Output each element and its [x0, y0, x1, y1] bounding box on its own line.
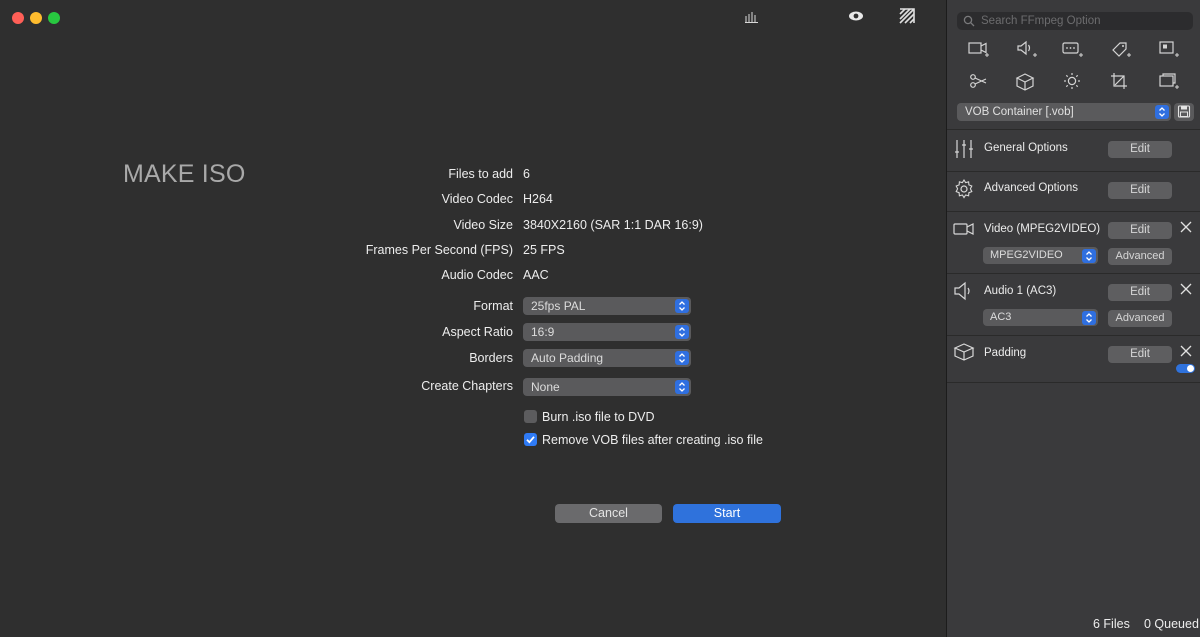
add-overlay-icon[interactable]	[1158, 72, 1180, 92]
burn-dvd-label: Burn .iso file to DVD	[542, 410, 655, 424]
aspect-ratio-label: Aspect Ratio	[442, 325, 513, 339]
add-video-icon[interactable]	[968, 40, 990, 60]
padding-row: Padding Edit	[947, 335, 1200, 383]
gear-icon	[953, 178, 975, 200]
bar-chart-icon[interactable]	[744, 8, 762, 26]
files-to-add-label: Files to add	[448, 167, 513, 181]
create-chapters-select-value: None	[531, 380, 560, 394]
save-preset-button[interactable]	[1174, 103, 1194, 121]
add-subtitle-icon[interactable]	[1062, 40, 1084, 60]
general-options-edit-button[interactable]: Edit	[1108, 141, 1172, 158]
crop-icon[interactable]	[1110, 72, 1132, 92]
audio-codec-select-value: AC3	[990, 311, 1012, 323]
padding-enabled-toggle[interactable]	[1176, 364, 1195, 373]
video-size-label: Video Size	[453, 218, 513, 232]
format-select[interactable]: 25fps PAL	[523, 297, 691, 315]
format-select-value: 25fps PAL	[531, 299, 586, 313]
remove-padding-close-icon[interactable]	[1179, 344, 1193, 358]
video-camera-icon	[953, 218, 975, 240]
remove-vob-checkbox[interactable]	[524, 433, 537, 446]
video-codec-label: Video Codec	[441, 192, 513, 206]
audio-edit-button[interactable]: Edit	[1108, 284, 1172, 301]
video-size-value: 3840X2160 (SAR 1:1 DAR 16:9)	[523, 218, 703, 232]
search-input[interactable]: Search FFmpeg Option	[957, 12, 1193, 30]
sliders-icon	[953, 138, 975, 160]
create-chapters-label: Create Chapters	[421, 379, 513, 393]
audio-codec-label: Audio Codec	[441, 268, 513, 282]
files-to-add-value: 6	[523, 167, 530, 181]
zoom-window-button[interactable]	[48, 12, 60, 24]
minimize-window-button[interactable]	[30, 12, 42, 24]
advanced-options-label: Advanced Options	[984, 182, 1078, 194]
format-label: Format	[473, 299, 513, 313]
aspect-ratio-select[interactable]: 16:9	[523, 323, 691, 341]
audio-advanced-button[interactable]: Advanced	[1108, 310, 1172, 327]
add-metadata-tag-icon[interactable]	[1110, 40, 1132, 60]
add-audio-icon[interactable]	[1016, 40, 1038, 60]
chevron-updown-icon	[1082, 310, 1096, 325]
audio-stream-label: Audio 1 (AC3)	[984, 285, 1057, 297]
main-panel: MAKE ISO Files to add 6 Video Codec H264…	[0, 0, 946, 637]
create-chapters-select[interactable]: None	[523, 378, 691, 396]
speaker-icon	[953, 280, 975, 302]
audio-codec-select[interactable]: AC3	[983, 309, 1098, 326]
cancel-button[interactable]: Cancel	[555, 504, 662, 523]
video-stream-label: Video (MPEG2VIDEO)	[984, 223, 1101, 235]
video-codec-select[interactable]: MPEG2VIDEO	[983, 247, 1098, 264]
borders-label: Borders	[469, 351, 513, 365]
start-button[interactable]: Start	[673, 504, 781, 523]
search-placeholder: Search FFmpeg Option	[981, 15, 1101, 27]
borders-select[interactable]: Auto Padding	[523, 349, 691, 367]
aspect-ratio-select-value: 16:9	[531, 325, 555, 339]
cut-trim-icon[interactable]	[968, 72, 990, 92]
padding-label: Padding	[984, 347, 1027, 359]
remove-vob-label: Remove VOB files after creating .iso fil…	[542, 433, 763, 447]
burn-dvd-checkbox[interactable]	[524, 410, 537, 423]
close-window-button[interactable]	[12, 12, 24, 24]
chevron-updown-icon	[1155, 105, 1169, 119]
borders-select-value: Auto Padding	[531, 351, 604, 365]
add-chapter-icon[interactable]	[1158, 40, 1180, 60]
chevron-updown-icon	[675, 299, 689, 313]
padding-edit-button[interactable]: Edit	[1108, 346, 1172, 363]
general-options-row: General Options Edit	[947, 129, 1200, 171]
advanced-options-edit-button[interactable]: Edit	[1108, 182, 1172, 199]
video-edit-button[interactable]: Edit	[1108, 222, 1172, 239]
ffmpeg-logo-icon[interactable]	[899, 8, 917, 26]
eye-icon[interactable]	[848, 8, 866, 26]
fps-value: 25 FPS	[523, 243, 565, 257]
chevron-updown-icon	[1082, 248, 1096, 263]
chevron-updown-icon	[675, 380, 689, 394]
video-codec-select-value: MPEG2VIDEO	[990, 249, 1063, 261]
remove-audio-close-icon[interactable]	[1179, 282, 1193, 296]
video-stream-row: Video (MPEG2VIDEO) Edit MPEG2VIDEO Advan…	[947, 211, 1200, 273]
general-options-label: General Options	[984, 142, 1068, 154]
audio-stream-row: Audio 1 (AC3) Edit AC3 Advanced	[947, 273, 1200, 335]
container-format-select[interactable]: VOB Container [.vob]	[957, 103, 1171, 121]
checkmark-icon	[526, 436, 535, 444]
files-count-status: 6 Files	[1093, 617, 1130, 631]
padding-box-icon[interactable]	[1014, 72, 1036, 92]
fps-label: Frames Per Second (FPS)	[365, 243, 513, 257]
options-sidebar: Search FFmpeg Option VOB Container [.vob…	[946, 0, 1200, 637]
search-icon	[963, 15, 975, 33]
queued-count-status: 0 Queued	[1144, 617, 1199, 631]
audio-codec-value: AAC	[523, 268, 549, 282]
container-format-value: VOB Container [.vob]	[965, 106, 1074, 118]
padding-box-icon	[953, 341, 975, 363]
remove-video-close-icon[interactable]	[1179, 220, 1193, 234]
video-advanced-button[interactable]: Advanced	[1108, 248, 1172, 265]
video-codec-value: H264	[523, 192, 553, 206]
advanced-options-row: Advanced Options Edit	[947, 171, 1200, 211]
save-disk-icon	[1177, 105, 1191, 118]
chevron-updown-icon	[675, 351, 689, 365]
page-title: MAKE ISO	[123, 160, 246, 188]
brightness-icon[interactable]	[1062, 72, 1084, 92]
chevron-updown-icon	[675, 325, 689, 339]
